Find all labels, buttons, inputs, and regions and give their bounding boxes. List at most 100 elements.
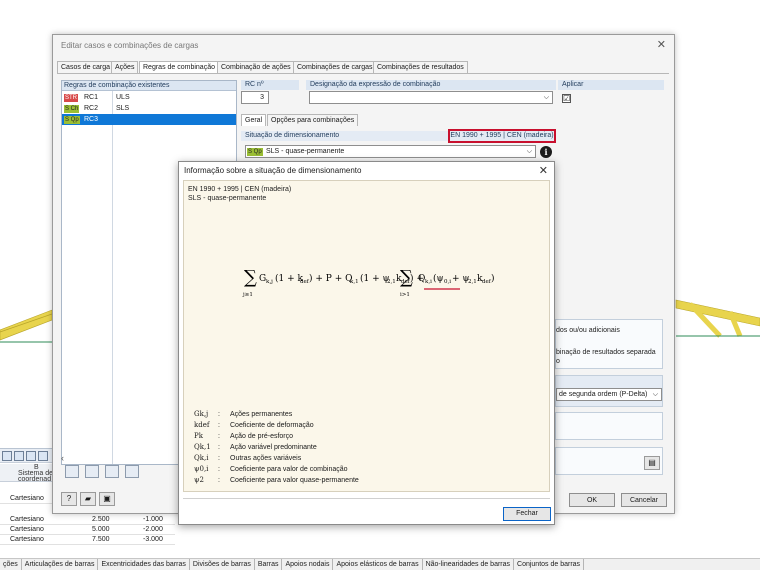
design-situation-info-dialog: Informação sobre a situação de dimension… xyxy=(178,161,555,525)
subtab-combination-options[interactable]: Opções para combinações xyxy=(267,114,359,126)
formula-psi21-sub: 2,1 xyxy=(387,279,396,285)
formula-part: + ψ xyxy=(452,274,469,284)
list-item-name: ULS xyxy=(116,94,130,101)
legend-description: Coeficiente de deformação xyxy=(230,422,314,429)
formula-part: ) xyxy=(491,273,495,284)
bottom-tab[interactable]: Articulações de barras xyxy=(22,559,99,570)
norm-highlight: EN 1990 + 1995 | CEN (madeira) xyxy=(448,129,556,143)
bottom-tab[interactable]: Excentricidades das barras xyxy=(98,559,190,570)
legend-symbol: ψ2 xyxy=(194,476,204,484)
additional-text: dos ou/ou adicionais xyxy=(556,327,620,334)
column-header-b-sub2: coordenad xyxy=(18,476,52,483)
table-row[interactable]: Cartesiano 5.000 -2.000 xyxy=(0,525,175,535)
info-situation: SLS - quase-permanente xyxy=(188,195,267,202)
sum-subscript-1: j≥1 xyxy=(242,292,253,298)
copy-rule-icon[interactable] xyxy=(85,465,99,478)
legend-colon: : xyxy=(218,411,220,418)
bottom-tab[interactable]: Apoios elásticos de barras xyxy=(333,559,423,570)
dialog-separator xyxy=(183,498,550,499)
legend-symbol: Qk,i xyxy=(194,454,209,462)
legend-symbol: Qk,1 xyxy=(194,443,211,451)
cell-x: 2.500 xyxy=(92,516,110,523)
tab-load-combinations[interactable]: Combinações de cargas xyxy=(293,61,377,73)
table-tool-icon[interactable] xyxy=(14,451,24,461)
formula-qki-sub: k,i xyxy=(425,279,432,285)
tab-action-combination[interactable]: Combinação de ações xyxy=(217,61,295,73)
open-folder-icon[interactable]: ▰ xyxy=(80,492,96,506)
list-item-id: RC3 xyxy=(84,116,99,123)
tab-actions[interactable]: Ações xyxy=(111,61,139,73)
info-norm: EN 1990 + 1995 | CEN (madeira) xyxy=(188,186,292,193)
chevron-down-icon[interactable]: ⌵ xyxy=(544,92,549,104)
additional-options-box: dos ou/ou adicionais binação de resultad… xyxy=(555,319,663,369)
table-row[interactable]: Cartesiano 2.500 -1.000 xyxy=(0,515,175,525)
check-rule-icon[interactable] xyxy=(105,465,119,478)
cell-y: -1.000 xyxy=(143,516,163,523)
bottom-tab[interactable]: Divisões de barras xyxy=(190,559,255,570)
analysis-method-select[interactable]: de segunda ordem (P-Delta) ⌵ xyxy=(556,388,662,401)
designation-field[interactable]: ⌵ xyxy=(309,91,553,104)
table-row[interactable]: Cartesiano 7.500 -3.000 xyxy=(0,535,175,545)
legend-colon: : xyxy=(218,433,220,440)
chevron-down-icon[interactable]: ⌵ xyxy=(653,389,658,401)
legend-description: Coeficiente para valor de combinação xyxy=(230,466,348,473)
formula-part: ) + P + Q xyxy=(309,273,352,284)
info-dialog-title: Informação sobre a situação de dimension… xyxy=(184,166,362,175)
bottom-tab[interactable]: Conjuntos de barras xyxy=(514,559,585,570)
legend-colon: : xyxy=(218,477,220,484)
list-item-selected[interactable]: S Qp RC3 xyxy=(62,114,236,125)
bottom-tab[interactable]: ções xyxy=(0,559,22,570)
list-header: Regras de combinação existentes xyxy=(62,81,236,91)
formula-q1-sub: k,1 xyxy=(350,279,359,285)
legend-description: Ações permanentes xyxy=(230,411,293,418)
close-icon[interactable]: ✕ xyxy=(657,38,666,51)
cell-y: -2.000 xyxy=(143,526,163,533)
list-item-name: SLS xyxy=(116,105,130,112)
list-column-divider xyxy=(112,91,113,464)
bottom-tab[interactable]: Não-linearidades de barras xyxy=(423,559,515,570)
table-tool-icon[interactable] xyxy=(2,451,12,461)
list-item[interactable]: S Ch RC2 SLS xyxy=(62,103,236,114)
close-button[interactable]: Fechar xyxy=(503,507,551,521)
info-icon[interactable]: i xyxy=(540,146,552,158)
new-rule-icon[interactable] xyxy=(65,465,79,478)
subtab-general[interactable]: Geral xyxy=(241,114,267,126)
table-tool-icon[interactable] xyxy=(26,451,36,461)
comment-edit-icon[interactable]: ▤ xyxy=(644,456,660,470)
cancel-button[interactable]: Cancelar xyxy=(621,493,667,507)
badge-sch: S Ch xyxy=(64,105,80,113)
legend-colon: : xyxy=(218,455,220,462)
cell-x: 7.500 xyxy=(92,536,110,543)
formula-part: (1 + ψ xyxy=(360,273,390,284)
info-content: EN 1990 + 1995 | CEN (madeira) SLS - qua… xyxy=(183,180,550,492)
bottom-tab[interactable]: Barras xyxy=(255,559,283,570)
list-item-id: RC2 xyxy=(84,105,99,112)
save-icon[interactable]: ▣ xyxy=(99,492,115,506)
analysis-method-value: de segunda ordem (P-Delta) xyxy=(559,391,648,398)
analysis-box: de segunda ordem (P-Delta) ⌵ xyxy=(555,375,663,407)
badge-sqp: S Qp xyxy=(64,116,80,124)
legend-colon: : xyxy=(218,444,220,451)
dialog-title: Editar casos e combinações de cargas xyxy=(61,41,199,50)
delete-rule-icon[interactable] xyxy=(125,465,139,478)
close-icon[interactable]: ✕ xyxy=(539,164,548,177)
design-situation-select[interactable]: S Qp SLS - quase-permanente ⌵ xyxy=(245,145,536,158)
bottom-tab[interactable]: Apoios nodais xyxy=(282,559,334,570)
badge-str: STR xyxy=(64,94,78,102)
table-tool-icon[interactable] xyxy=(38,451,48,461)
legend-colon: : xyxy=(218,422,220,429)
chevron-down-icon[interactable]: ⌵ xyxy=(527,146,532,158)
apply-checkbox[interactable]: ☑ xyxy=(562,94,571,103)
tab-load-cases[interactable]: Casos de carga xyxy=(57,61,115,73)
cell-system: Cartesiano xyxy=(10,526,44,533)
scroll-left-icon[interactable]: ‹ xyxy=(61,453,64,463)
tab-result-combinations[interactable]: Combinações de resultados xyxy=(373,61,468,73)
help-icon[interactable]: ? xyxy=(61,492,77,506)
rc-number-field[interactable]: 3 xyxy=(241,91,269,104)
list-item[interactable]: STR RC1 ULS xyxy=(62,92,236,103)
list-item-id: RC1 xyxy=(84,94,99,101)
legend-symbol: ψ0,i xyxy=(194,465,209,473)
formula-psi2-sub: 2,1 xyxy=(468,279,477,285)
legend-symbol: kdef xyxy=(194,421,210,429)
ok-button[interactable]: OK xyxy=(569,493,615,507)
